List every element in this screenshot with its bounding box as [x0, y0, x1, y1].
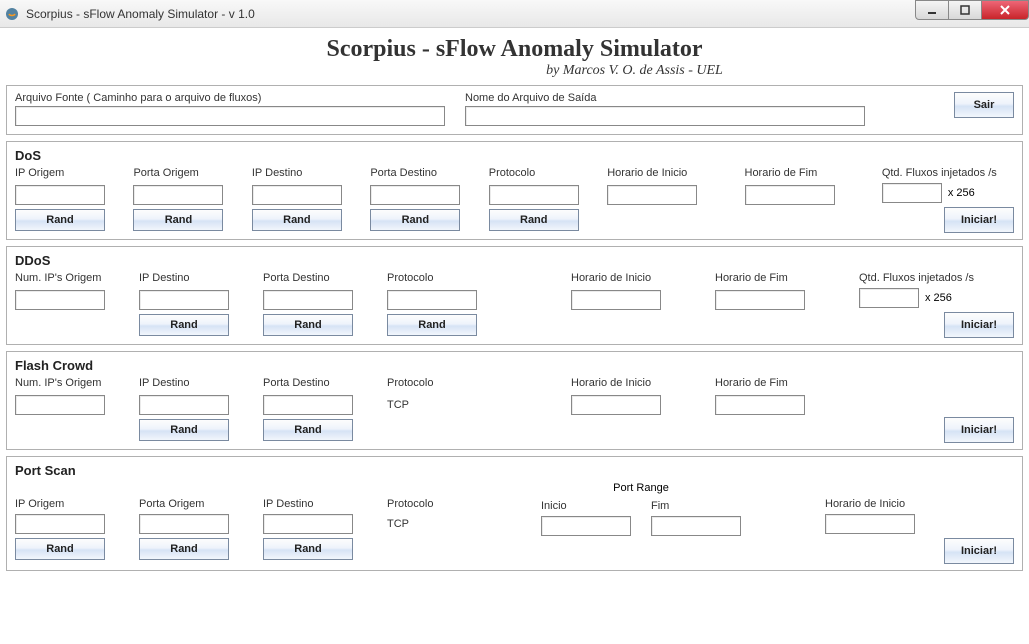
dos-x256-label: x 256: [948, 187, 975, 199]
fc-horario-fim-label: Horario de Fim: [715, 377, 835, 391]
fc-porta-destino-label: Porta Destino: [263, 377, 363, 391]
java-icon: [4, 6, 20, 22]
dos-porta-origem-rand-button[interactable]: Rand: [133, 209, 223, 231]
ddos-ip-destino-label: IP Destino: [139, 272, 239, 286]
portscan-title: Port Scan: [15, 463, 1014, 478]
dos-protocolo-input[interactable]: [489, 185, 579, 205]
ddos-protocolo-rand-button[interactable]: Rand: [387, 314, 477, 336]
dos-protocolo-rand-button[interactable]: Rand: [489, 209, 579, 231]
dos-horario-fim-label: Horario de Fim: [745, 167, 858, 181]
fc-horario-inicio-label: Horario de Inicio: [571, 377, 691, 391]
fc-protocolo-label: Protocolo: [387, 377, 487, 391]
dos-porta-origem-input[interactable]: [133, 185, 223, 205]
ddos-panel: DDoS Num. IP's Origem IP Destino Rand Po…: [6, 246, 1023, 345]
output-file-label: Nome do Arquivo de Saída: [465, 92, 865, 104]
window-close-button[interactable]: [981, 0, 1029, 20]
ps-porta-origem-label: Porta Origem: [139, 482, 239, 510]
fc-ip-destino-input[interactable]: [139, 395, 229, 415]
app-subtitle: by Marcos V. O. de Assis - UEL: [546, 63, 723, 79]
ps-porta-origem-rand-button[interactable]: Rand: [139, 538, 229, 560]
dos-qtd-input[interactable]: [882, 183, 942, 203]
fc-porta-destino-input[interactable]: [263, 395, 353, 415]
dos-porta-origem-label: Porta Origem: [133, 167, 227, 181]
ps-ip-origem-label: IP Origem: [15, 482, 115, 510]
window-title: Scorpius - sFlow Anomaly Simulator - v 1…: [26, 7, 255, 21]
dos-ip-origem-rand-button[interactable]: Rand: [15, 209, 105, 231]
fc-protocolo-value: TCP: [387, 395, 487, 415]
ps-protocolo-label: Protocolo: [387, 482, 487, 510]
dos-panel: DoS IP Origem Rand Porta Origem Rand IP …: [6, 141, 1023, 240]
ps-protocolo-value: TCP: [387, 514, 487, 534]
dos-porta-destino-label: Porta Destino: [370, 167, 464, 181]
fc-num-ips-input[interactable]: [15, 395, 105, 415]
app-header: Scorpius - sFlow Anomaly Simulator by Ma…: [6, 36, 1023, 79]
ps-horario-inicio-input[interactable]: [825, 514, 915, 534]
dos-qtd-label: Qtd. Fluxos injetados /s: [882, 167, 1014, 179]
ps-ip-destino-rand-button[interactable]: Rand: [263, 538, 353, 560]
dos-ip-destino-rand-button[interactable]: Rand: [252, 209, 342, 231]
ps-ip-origem-rand-button[interactable]: Rand: [15, 538, 105, 560]
window-maximize-button[interactable]: [948, 0, 982, 20]
dos-ip-origem-label: IP Origem: [15, 167, 109, 181]
ddos-protocolo-label: Protocolo: [387, 272, 487, 286]
ddos-horario-fim-input[interactable]: [715, 290, 805, 310]
ddos-ip-destino-rand-button[interactable]: Rand: [139, 314, 229, 336]
ddos-porta-destino-label: Porta Destino: [263, 272, 363, 286]
fc-iniciar-button[interactable]: Iniciar!: [944, 417, 1014, 443]
dos-horario-fim-input[interactable]: [745, 185, 835, 205]
source-file-label: Arquivo Fonte ( Caminho para o arquivo d…: [15, 92, 445, 104]
dos-ip-destino-label: IP Destino: [252, 167, 346, 181]
dos-ip-destino-input[interactable]: [252, 185, 342, 205]
dos-porta-destino-rand-button[interactable]: Rand: [370, 209, 460, 231]
dos-porta-destino-input[interactable]: [370, 185, 460, 205]
ps-ip-destino-label: IP Destino: [263, 482, 363, 510]
fc-horario-fim-input[interactable]: [715, 395, 805, 415]
ps-ip-destino-input[interactable]: [263, 514, 353, 534]
output-file-input[interactable]: [465, 106, 865, 126]
ddos-num-ips-label: Num. IP's Origem: [15, 272, 115, 286]
window-minimize-button[interactable]: [915, 0, 949, 20]
ddos-x256-label: x 256: [925, 292, 952, 304]
fc-ip-destino-rand-button[interactable]: Rand: [139, 419, 229, 441]
ddos-horario-inicio-input[interactable]: [571, 290, 661, 310]
ddos-horario-fim-label: Horario de Fim: [715, 272, 835, 286]
flashcrowd-panel: Flash Crowd Num. IP's Origem IP Destino …: [6, 351, 1023, 450]
ddos-iniciar-button[interactable]: Iniciar!: [944, 312, 1014, 338]
ddos-num-ips-input[interactable]: [15, 290, 105, 310]
portscan-panel: Port Scan IP Origem Rand Porta Origem Ra…: [6, 456, 1023, 571]
ddos-title: DDoS: [15, 253, 1014, 268]
ps-iniciar-button[interactable]: Iniciar!: [944, 538, 1014, 564]
ps-ip-origem-input[interactable]: [15, 514, 105, 534]
ddos-qtd-label: Qtd. Fluxos injetados /s: [859, 272, 999, 284]
dos-title: DoS: [15, 148, 1014, 163]
ddos-horario-inicio-label: Horario de Inicio: [571, 272, 691, 286]
dos-horario-inicio-input[interactable]: [607, 185, 697, 205]
ddos-porta-destino-rand-button[interactable]: Rand: [263, 314, 353, 336]
window-titlebar: Scorpius - sFlow Anomaly Simulator - v 1…: [0, 0, 1029, 28]
ps-fim-input[interactable]: [651, 516, 741, 536]
fc-num-ips-label: Num. IP's Origem: [15, 377, 115, 391]
dos-iniciar-button[interactable]: Iniciar!: [944, 207, 1014, 233]
file-panel: Arquivo Fonte ( Caminho para o arquivo d…: [6, 85, 1023, 135]
ddos-porta-destino-input[interactable]: [263, 290, 353, 310]
ps-inicio-label: Inicio: [541, 500, 631, 512]
dos-ip-origem-input[interactable]: [15, 185, 105, 205]
ps-inicio-input[interactable]: [541, 516, 631, 536]
fc-horario-inicio-input[interactable]: [571, 395, 661, 415]
exit-button[interactable]: Sair: [954, 92, 1014, 118]
ps-fim-label: Fim: [651, 500, 741, 512]
ps-porta-origem-input[interactable]: [139, 514, 229, 534]
ddos-qtd-input[interactable]: [859, 288, 919, 308]
ddos-protocolo-input[interactable]: [387, 290, 477, 310]
source-file-input[interactable]: [15, 106, 445, 126]
fc-porta-destino-rand-button[interactable]: Rand: [263, 419, 353, 441]
ddos-ip-destino-input[interactable]: [139, 290, 229, 310]
dos-horario-inicio-label: Horario de Inicio: [607, 167, 720, 181]
dos-protocolo-label: Protocolo: [489, 167, 583, 181]
flashcrowd-title: Flash Crowd: [15, 358, 1014, 373]
fc-ip-destino-label: IP Destino: [139, 377, 239, 391]
ps-horario-inicio-label: Horario de Inicio: [825, 482, 945, 510]
app-title: Scorpius - sFlow Anomaly Simulator: [6, 36, 1023, 63]
ps-port-range-label: Port Range: [541, 482, 741, 496]
